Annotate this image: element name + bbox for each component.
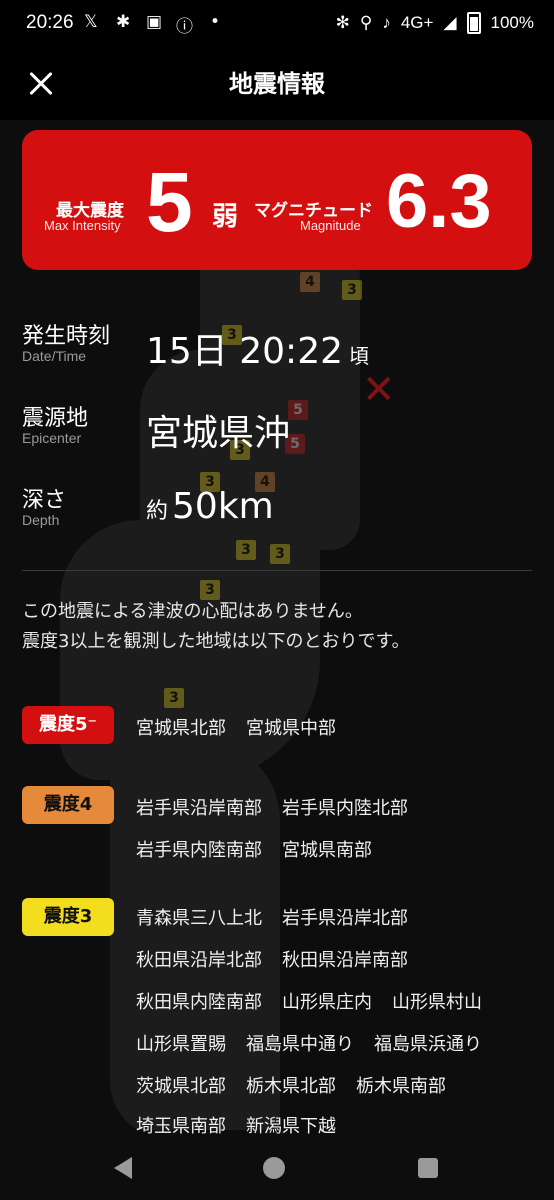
epicenter-x-icon: ✕ xyxy=(362,367,396,413)
area-name: 宮城県中部 xyxy=(246,718,336,739)
bluetooth-icon: ✻ xyxy=(335,13,350,32)
epicenter-sub: Epicenter xyxy=(22,430,82,446)
depth-value: 約 50km xyxy=(146,486,274,527)
magnitude-value: 6.3 xyxy=(386,159,492,244)
area-line: 茨城県北部 栃木県北部 栃木県南部 xyxy=(136,1072,466,1098)
datetime-value: 15日 20:22 頃 xyxy=(146,322,369,374)
area-name: 栃木県南部 xyxy=(356,1076,446,1097)
info-icon: ⓘ xyxy=(176,17,193,37)
datetime-suffix: 頃 xyxy=(349,344,369,368)
area-name: 宮城県北部 xyxy=(136,718,226,739)
status-time: 20:26 xyxy=(26,12,74,33)
map-marker: 5 xyxy=(288,400,308,420)
area-name: 埼玉県南部 xyxy=(136,1116,226,1137)
area-name: 山形県置賜 xyxy=(136,1034,226,1055)
system-nav-bar xyxy=(0,1135,554,1200)
map-marker: 3 xyxy=(236,540,256,560)
area-line: 岩手県内陸南部 宮城県南部 xyxy=(136,836,392,862)
recent-apps-icon[interactable] xyxy=(418,1158,438,1178)
max-intensity-sub: Max Intensity xyxy=(44,218,121,233)
summary-card: 最大震度 Max Intensity 5 弱 マグニチュード Magnitude… xyxy=(22,130,532,270)
tsunami-notice: この地震による津波の心配はありません。 震度3以上を観測した地域は以下のとおりで… xyxy=(22,597,542,657)
app-bar: 地震情報 xyxy=(0,48,554,120)
area-line: 青森県三八上北 岩手県沿岸北部 xyxy=(136,904,428,930)
depth-label: 深さ xyxy=(22,488,67,513)
notice-line: 震度3以上を観測した地域は以下のとおりです。 xyxy=(22,631,410,652)
datetime-label: 発生時刻 xyxy=(22,324,111,349)
map-marker: 3 xyxy=(342,280,362,300)
area-name: 山形県庄内 xyxy=(282,992,372,1013)
status-right: ✻ ⚲ ♪ 4G+ ◢ 100% xyxy=(336,12,534,34)
depth-sub: Depth xyxy=(22,512,60,528)
area-name: 新潟県下越 xyxy=(246,1116,336,1137)
depth-text: 50km xyxy=(172,486,274,527)
area-name: 岩手県内陸北部 xyxy=(282,798,408,819)
intensity-badge-3: 震度3 xyxy=(22,898,114,936)
signal-icon: ◢ xyxy=(443,13,457,32)
epicenter-label: 震源地 xyxy=(22,406,89,431)
battery-icon xyxy=(466,12,481,34)
epicenter-value: 宮城県沖 xyxy=(146,413,291,454)
area-line: 秋田県内陸南部 山形県庄内 山形県村山 xyxy=(136,988,502,1014)
area-name: 青森県三八上北 xyxy=(136,908,262,929)
area-line: 宮城県北部 宮城県中部 xyxy=(136,714,356,740)
area-line: 山形県置賜 福島県中通り 福島県浜通り xyxy=(136,1030,502,1056)
magnitude-sub: Magnitude xyxy=(300,218,361,233)
map-marker: 3 xyxy=(270,544,290,564)
depth-prefix: 約 xyxy=(146,499,169,524)
area-name: 宮城県南部 xyxy=(282,840,372,861)
mute-icon: ♪ xyxy=(382,13,391,32)
datetime-text: 15日 20:22 xyxy=(146,331,343,372)
intensity-badge-5-lower: 震度5⁻ xyxy=(22,706,114,744)
area-line: 岩手県沿岸南部 岩手県内陸北部 xyxy=(136,794,428,820)
network-label: 4G+ xyxy=(400,13,434,32)
intensity-badge-4: 震度4 xyxy=(22,786,114,824)
area-name: 福島県中通り xyxy=(246,1034,354,1055)
area-name: 山形県村山 xyxy=(392,992,482,1013)
notification-icon: ✱ xyxy=(116,12,131,32)
datetime-sub: Date/Time xyxy=(22,348,87,364)
app-icon: ▣ xyxy=(146,12,163,32)
area-name: 秋田県沿岸南部 xyxy=(282,950,408,971)
map-marker: 4 xyxy=(300,272,320,292)
location-icon: ⚲ xyxy=(359,13,373,32)
area-name: 岩手県沿岸北部 xyxy=(282,908,408,929)
battery-label: 100% xyxy=(490,13,534,32)
area-name: 秋田県内陸南部 xyxy=(136,992,262,1013)
back-icon[interactable] xyxy=(114,1157,132,1179)
area-name: 茨城県北部 xyxy=(136,1076,226,1097)
area-name: 秋田県沿岸北部 xyxy=(136,950,262,971)
notice-line: この地震による津波の心配はありません。 xyxy=(22,601,363,622)
status-bar: 20:26 𝕏 ✱ ▣ ⓘ • ✻ ⚲ ♪ 4G+ ◢ 100% xyxy=(0,0,554,48)
page-title: 地震情報 xyxy=(229,70,325,98)
area-name: 栃木県北部 xyxy=(246,1076,336,1097)
max-intensity-suffix: 弱 xyxy=(212,202,239,232)
area-name: 岩手県内陸南部 xyxy=(136,840,262,861)
divider xyxy=(22,570,532,571)
area-name: 岩手県沿岸南部 xyxy=(136,798,262,819)
map-marker: 3 xyxy=(164,688,184,708)
max-intensity-value: 5 xyxy=(146,155,193,249)
home-icon[interactable] xyxy=(263,1157,285,1179)
dot-icon: • xyxy=(210,12,221,32)
x-logo-icon: 𝕏 xyxy=(84,12,98,32)
area-name: 福島県浜通り xyxy=(374,1034,482,1055)
area-line: 秋田県沿岸北部 秋田県沿岸南部 xyxy=(136,946,428,972)
